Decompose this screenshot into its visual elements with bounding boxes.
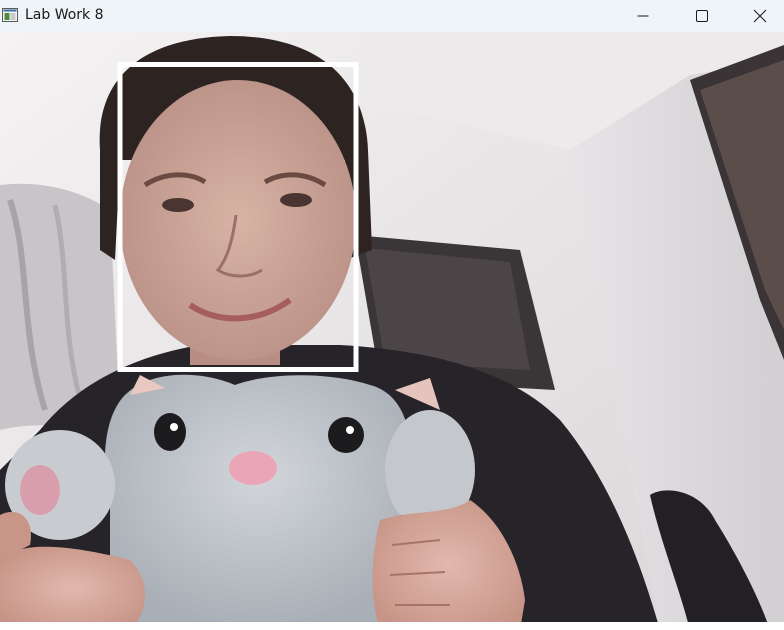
window-bottom-border	[0, 622, 784, 630]
detection-overlay	[117, 62, 359, 372]
face-detection-box	[117, 62, 359, 372]
app-window: Lab Work 8	[0, 0, 784, 630]
